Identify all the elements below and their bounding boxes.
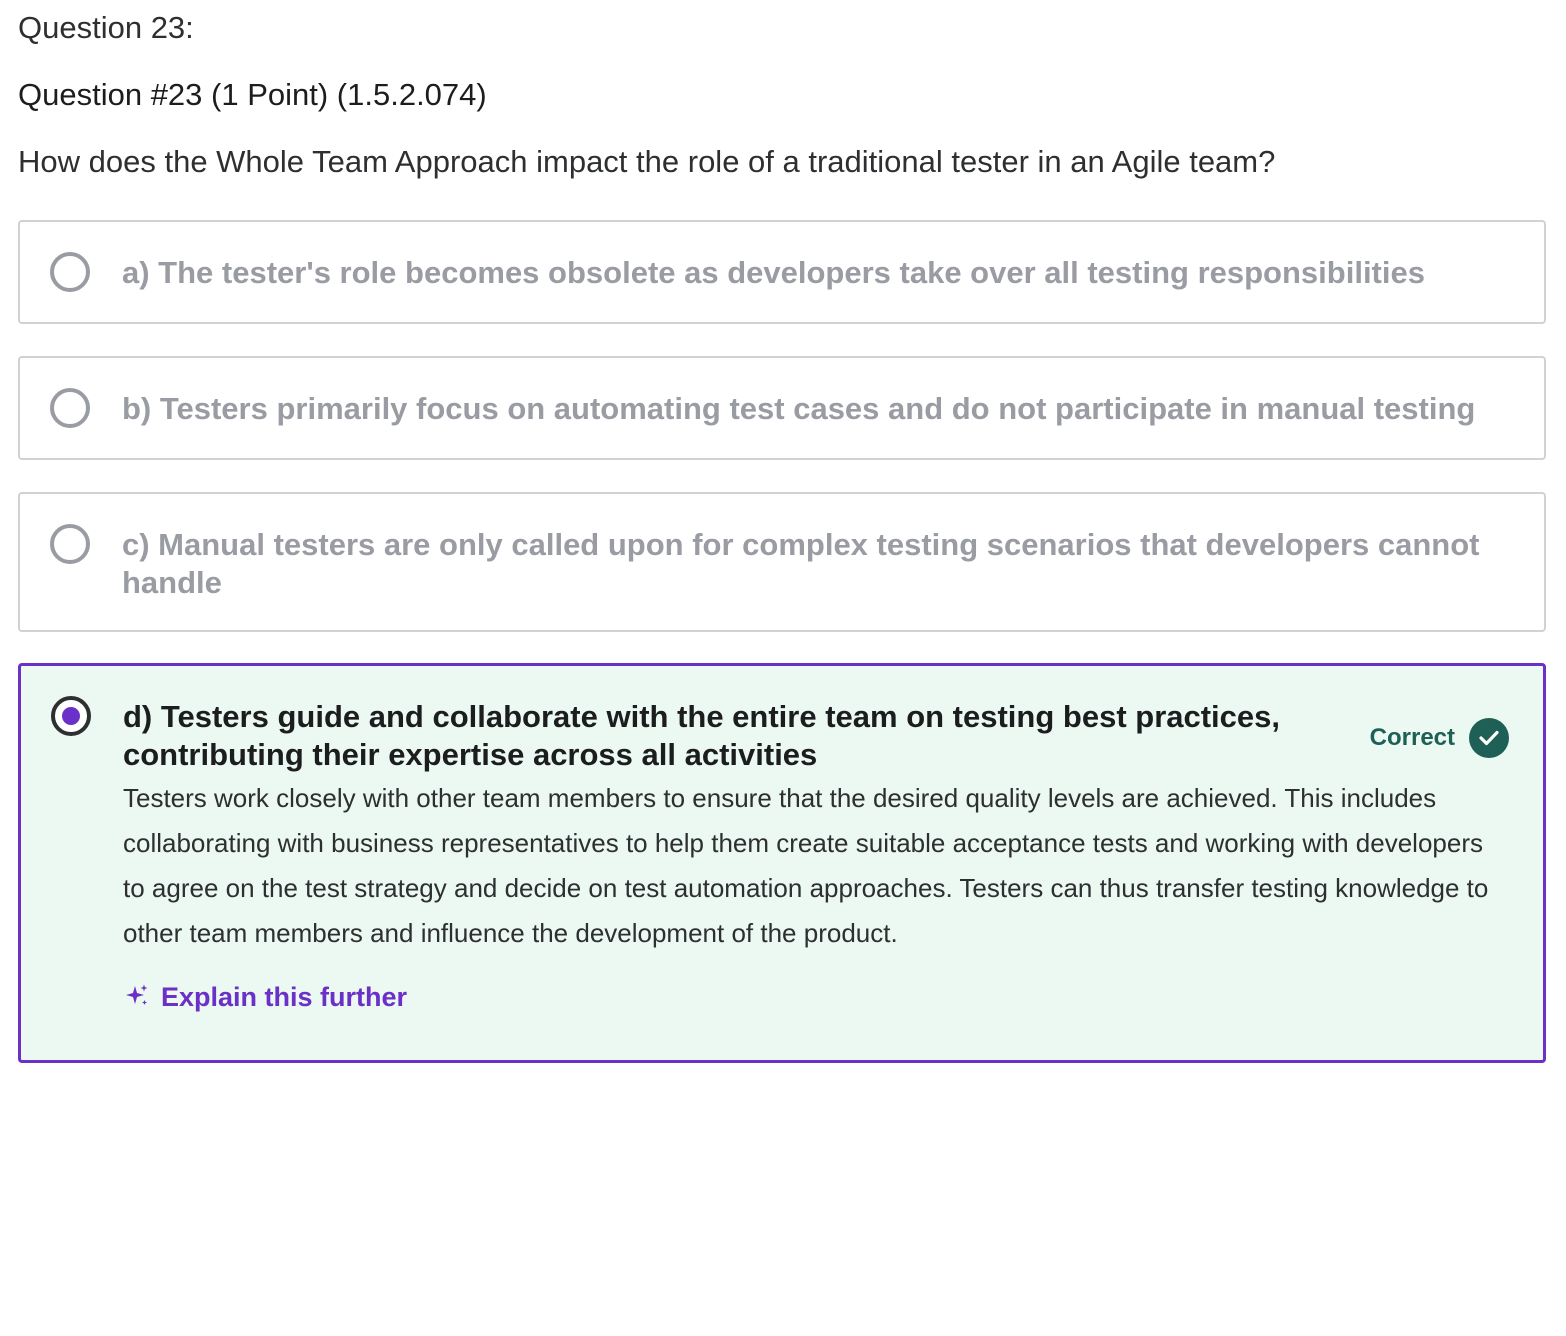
question-meta: Question #23 (1 Point) (1.5.2.074) [18, 77, 487, 112]
sparkle-icon [125, 983, 149, 1012]
explain-further-label: Explain this further [161, 982, 408, 1012]
answer-option-label: d) Testers guide and collaborate with th… [123, 699, 1281, 772]
question-prompt: How does the Whole Team Approach impact … [18, 144, 1276, 179]
answer-option-c[interactable]: c) Manual testers are only called upon f… [18, 492, 1546, 632]
correct-label: Correct [1369, 724, 1455, 751]
explain-further-button[interactable]: Explain this further [125, 982, 407, 1013]
question-number: Question 23: [18, 10, 194, 45]
check-circle-icon [1469, 718, 1509, 758]
radio-empty-icon[interactable] [50, 524, 90, 564]
radio-dot [62, 707, 80, 725]
answer-explanation: Testers work closely with other team mem… [123, 783, 1489, 948]
answer-option-label: a) The tester's role becomes obsolete as… [122, 255, 1425, 290]
answer-option-a[interactable]: a) The tester's role becomes obsolete as… [18, 220, 1546, 324]
radio-filled-icon[interactable] [51, 696, 91, 736]
answer-option-d[interactable]: d) Testers guide and collaborate with th… [18, 663, 1546, 1063]
correct-indicator: Correct [1370, 718, 1509, 758]
answer-option-label: b) Testers primarily focus on automating… [122, 391, 1476, 426]
radio-empty-icon[interactable] [50, 388, 90, 428]
radio-empty-icon[interactable] [50, 252, 90, 292]
answer-option-b[interactable]: b) Testers primarily focus on automating… [18, 356, 1546, 460]
answer-option-label: c) Manual testers are only called upon f… [122, 527, 1480, 600]
